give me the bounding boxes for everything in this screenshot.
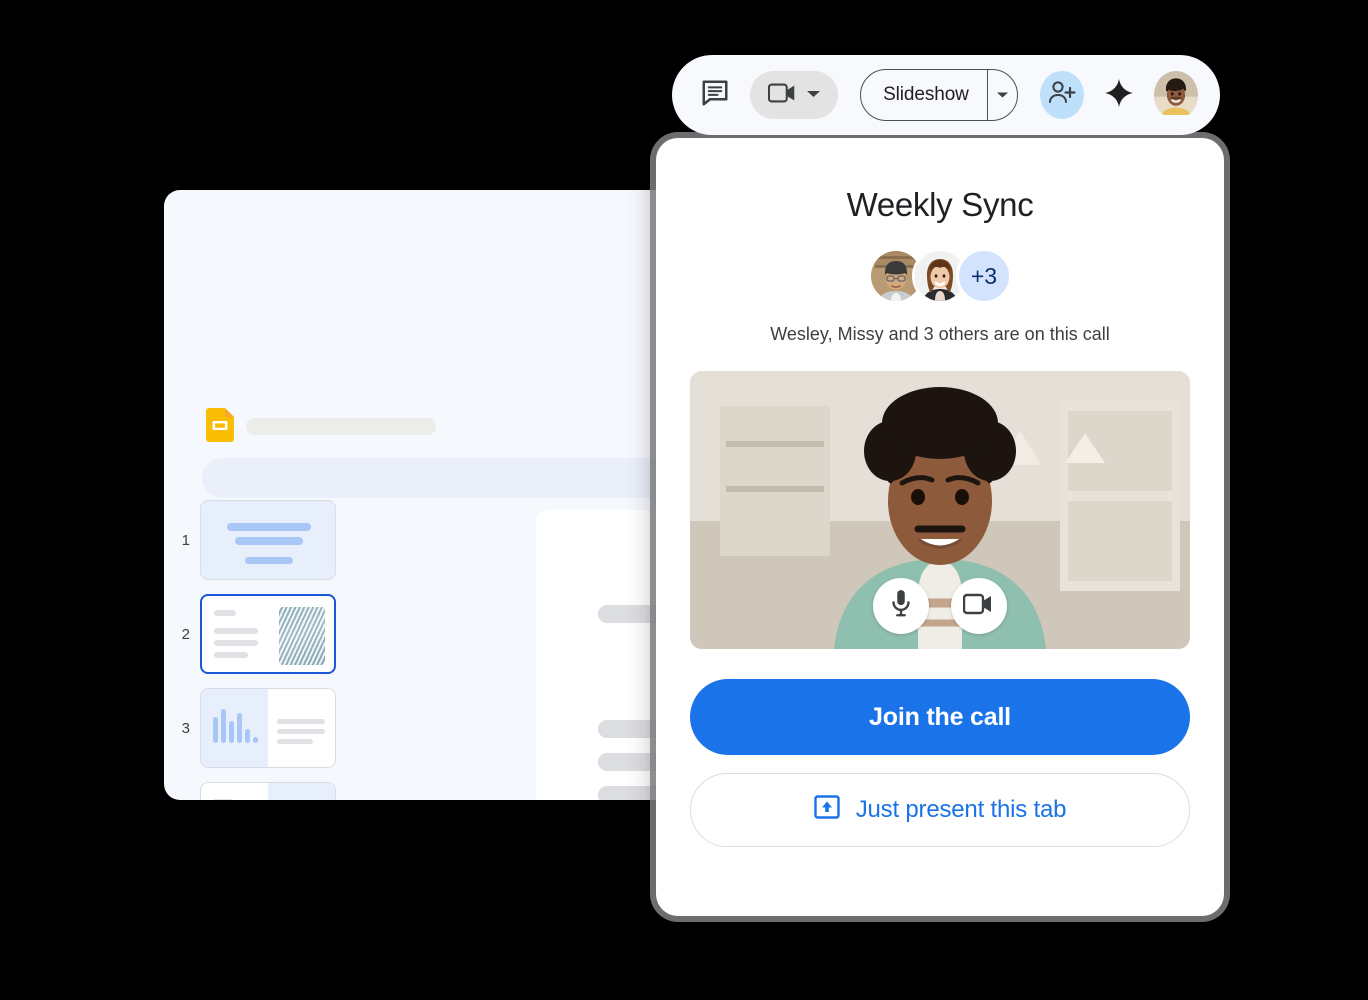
slideshow-dropdown-toggle[interactable] — [986, 70, 1017, 120]
slide-thumbnail-list: 1 2 3 — [164, 500, 352, 800]
present-button-label: Just present this tab — [855, 796, 1067, 823]
participants-summary: Wesley, Missy and 3 others are on this c… — [770, 324, 1110, 344]
editor-text-placeholder — [598, 605, 660, 623]
editor-text-placeholder — [598, 786, 660, 800]
video-controls — [690, 578, 1190, 634]
floating-toolbar: Slideshow — [672, 55, 1220, 135]
camera-toggle-button[interactable] — [951, 578, 1007, 634]
document-title-placeholder — [246, 418, 436, 435]
sparkle-icon — [1104, 78, 1134, 113]
slide-number: 3 — [181, 719, 190, 737]
slideshow-button[interactable]: Slideshow — [860, 69, 1018, 121]
user-avatar[interactable] — [1154, 71, 1198, 119]
participant-overflow-badge: +3 — [956, 248, 1012, 304]
slide-number: 1 — [181, 531, 190, 549]
chevron-down-icon — [996, 92, 1008, 98]
present-to-tab-icon — [814, 794, 840, 827]
google-slides-icon — [206, 408, 234, 442]
video-camera-dropdown-button[interactable] — [750, 71, 839, 119]
dialog-title: Weekly Sync — [846, 186, 1034, 223]
microphone-icon — [887, 589, 915, 624]
slide-preview — [200, 688, 336, 768]
google-slides-window: 1 2 3 — [164, 190, 660, 800]
video-camera-icon — [962, 593, 995, 620]
participant-avatar-stack: +3 — [690, 248, 1190, 304]
person-add-icon — [1048, 80, 1076, 111]
slide-editor-canvas — [536, 510, 660, 800]
just-present-this-tab-button[interactable]: Just present this tab — [690, 773, 1190, 847]
slide-thumbnail-1[interactable]: 1 — [164, 500, 336, 580]
chat-button[interactable] — [694, 72, 736, 118]
slide-thumbnail-3[interactable]: 3 — [164, 688, 336, 768]
slide-number: 2 — [181, 625, 190, 643]
slide-preview — [200, 782, 336, 800]
slide-preview — [200, 500, 336, 580]
slide-preview — [200, 594, 336, 674]
chat-bubble-icon — [700, 78, 730, 113]
editor-text-placeholder — [598, 753, 660, 771]
join-the-call-button[interactable]: Join the call — [690, 679, 1190, 755]
add-person-button[interactable] — [1039, 71, 1084, 119]
join-call-dialog: Weekly Sync +3 Wesley, Missy and 3 other… — [656, 138, 1224, 916]
slide-thumbnail-2[interactable]: 2 — [164, 594, 336, 674]
editor-text-placeholder — [598, 720, 660, 738]
video-camera-icon — [767, 82, 798, 109]
slides-menubar-placeholder — [202, 458, 660, 498]
ai-assist-button[interactable] — [1100, 74, 1138, 116]
microphone-toggle-button[interactable] — [873, 578, 929, 634]
slide-image-thumbnail — [279, 607, 325, 665]
self-video-preview — [690, 371, 1190, 649]
slide-thumbnail-4[interactable]: 4 — [164, 782, 336, 800]
chevron-down-icon — [806, 86, 821, 104]
slideshow-label: Slideshow — [883, 84, 969, 105]
